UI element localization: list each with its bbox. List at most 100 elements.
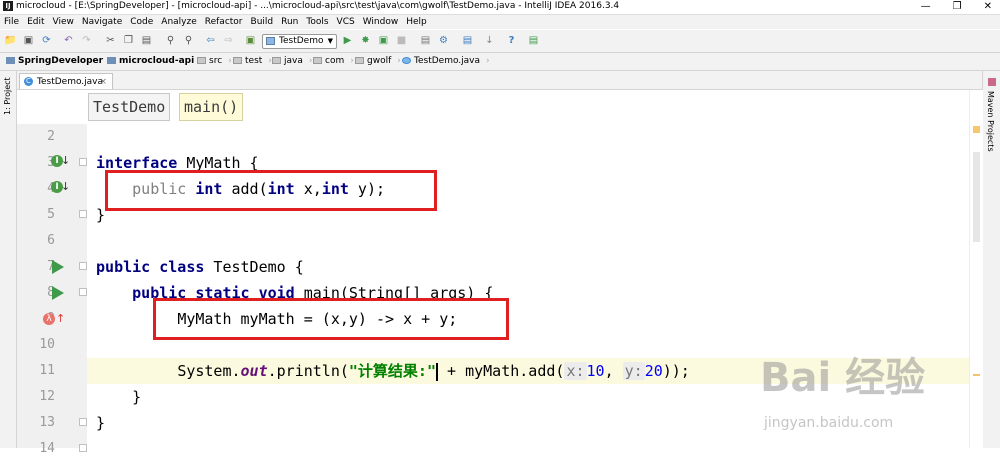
sync-icon[interactable]: ⟳ (40, 34, 53, 47)
implemented-interface-icon[interactable]: I ↓ (51, 154, 70, 169)
menu-navigate[interactable]: Navigate (78, 15, 126, 29)
menu-refactor[interactable]: Refactor (201, 15, 247, 29)
menu-file[interactable]: File (0, 15, 23, 29)
project-tool-tab[interactable]: 1: Project (2, 77, 14, 115)
lambda-icon[interactable]: λ ↑ (43, 312, 65, 327)
maven-projects-tab[interactable]: Maven Projects (986, 91, 995, 152)
code-line-11: System.out.println("计算结果:" + myMath.add(… (87, 358, 969, 384)
window-controls: — ❐ ✕ (921, 0, 992, 13)
fold-marker-icon[interactable] (79, 262, 87, 270)
nav-crumb-module[interactable]: microcloud-api› (107, 53, 204, 70)
menu-edit[interactable]: Edit (23, 15, 48, 29)
line-number: 4 (17, 176, 55, 202)
module-icon (107, 57, 116, 64)
menu-window[interactable]: Window (359, 15, 403, 29)
nav-crumb-src[interactable]: src › (197, 53, 232, 70)
editor-tabs: C TestDemo.java × (17, 71, 982, 90)
run-main-icon[interactable] (52, 286, 66, 300)
settings-icon[interactable]: ⚙ (437, 34, 450, 47)
debug-icon[interactable]: ✸ (359, 34, 372, 47)
open-folder-icon[interactable]: 📁 (4, 34, 17, 47)
menu-tools[interactable]: Tools (302, 15, 332, 29)
line-number: 13 (39, 415, 55, 430)
fold-marker-icon[interactable] (79, 444, 87, 452)
menu-code[interactable]: Code (126, 15, 157, 29)
menu-run[interactable]: Run (277, 15, 302, 29)
code-line-7: public class TestDemo { (96, 258, 304, 276)
undo-icon[interactable]: ↶ (62, 34, 75, 47)
paste-icon[interactable]: ▤ (140, 34, 153, 47)
fold-marker-icon[interactable] (79, 210, 87, 218)
nav-crumb-com[interactable]: com › (313, 53, 354, 70)
scrollbar-thumb[interactable] (973, 152, 980, 242)
nav-crumb-java[interactable]: java › (272, 53, 312, 70)
line-number: 11 (39, 363, 55, 378)
line-number: 3 (17, 150, 55, 176)
sdk-icon[interactable]: ▤ (461, 34, 474, 47)
project-icon (6, 57, 15, 64)
help-icon[interactable]: ? (505, 34, 518, 47)
editor-tab-testdemo[interactable]: C TestDemo.java × (19, 73, 113, 89)
param-hint-y: y: (622, 362, 645, 380)
fold-marker-icon[interactable] (79, 158, 87, 166)
run-class-icon[interactable] (52, 260, 66, 274)
folder-icon (355, 57, 364, 64)
implemented-method-icon[interactable]: I ↓ (51, 180, 70, 195)
line-number: 5 (47, 207, 55, 222)
editor-tab-label: TestDemo.java (37, 77, 104, 87)
line-number: 7 (47, 259, 55, 274)
chevron-down-icon: ▼ (327, 37, 333, 45)
vcs-icon[interactable]: ↓ (483, 34, 496, 47)
nav-crumb-test[interactable]: test › (233, 53, 272, 70)
editor-gutter: 2 3 4 5 6 7 8 9 10 11 12 13 14 I↓ I↓ λ↑ (17, 124, 107, 456)
replace-icon[interactable]: ⚲ (182, 34, 195, 47)
window-title: microcloud - [E:\SpringDeveloper] - [mic… (16, 1, 620, 11)
run-configuration-select[interactable]: TestDemo ▼ (262, 34, 337, 49)
menu-analyze[interactable]: Analyze (157, 15, 200, 29)
folder-icon (272, 57, 281, 64)
breadcrumb-class[interactable]: TestDemo (88, 93, 171, 121)
close-icon[interactable]: ✕ (984, 0, 992, 13)
close-tab-icon[interactable]: × (99, 74, 107, 90)
highlight-box-interface-method (105, 170, 437, 211)
find-icon[interactable]: ⚲ (164, 34, 177, 47)
run-icon[interactable]: ▶ (341, 34, 354, 47)
cut-icon[interactable]: ✂ (104, 34, 117, 47)
line-number: 12 (39, 389, 55, 404)
minimize-icon[interactable]: — (921, 0, 931, 13)
menu-view[interactable]: View (49, 15, 78, 29)
highlight-box-lambda (153, 298, 509, 340)
nav-crumb-file[interactable]: TestDemo.java › (402, 53, 490, 70)
fold-marker-icon[interactable] (79, 418, 87, 426)
coverage-icon[interactable]: ▣ (377, 34, 390, 47)
param-hint-x: x: (564, 362, 587, 380)
line-number: 8 (47, 285, 55, 300)
nav-crumb-gwolf[interactable]: gwolf › (355, 53, 401, 70)
code-breadcrumbs: TestDemo main() (17, 90, 982, 124)
project-structure-icon[interactable]: ▤ (419, 34, 432, 47)
java-class-icon: C (24, 77, 33, 86)
menu-vcs[interactable]: VCS (333, 15, 359, 29)
run-config-icon (266, 37, 275, 45)
navigation-bar: SpringDeveloper› microcloud-api› src› te… (0, 53, 1000, 71)
error-stripe[interactable] (969, 90, 983, 448)
restore-icon[interactable]: ❐ (953, 0, 962, 13)
nav-crumb-project[interactable]: SpringDeveloper› (6, 53, 113, 70)
back-icon[interactable]: ⇦ (204, 34, 217, 47)
folder-icon (197, 57, 206, 64)
menu-help[interactable]: Help (402, 15, 431, 29)
save-icon[interactable]: ▣ (22, 34, 35, 47)
intellij-app-icon: IJ (3, 1, 13, 11)
redo-icon[interactable]: ↷ (80, 34, 93, 47)
breadcrumb-method[interactable]: main() (179, 93, 244, 121)
terminal-icon[interactable]: ▤ (527, 34, 540, 47)
make-icon[interactable]: ▣ (244, 34, 257, 47)
fold-marker-icon[interactable] (79, 288, 87, 296)
stop-icon[interactable]: ■ (395, 34, 408, 47)
line-number: 10 (39, 337, 55, 352)
menu-build[interactable]: Build (247, 15, 278, 29)
forward-icon[interactable]: ⇨ (222, 34, 235, 47)
run-config-label: TestDemo (279, 36, 324, 46)
copy-icon[interactable]: ❐ (122, 34, 135, 47)
code-editor[interactable]: interface MyMath { public int add(int x,… (87, 124, 969, 448)
